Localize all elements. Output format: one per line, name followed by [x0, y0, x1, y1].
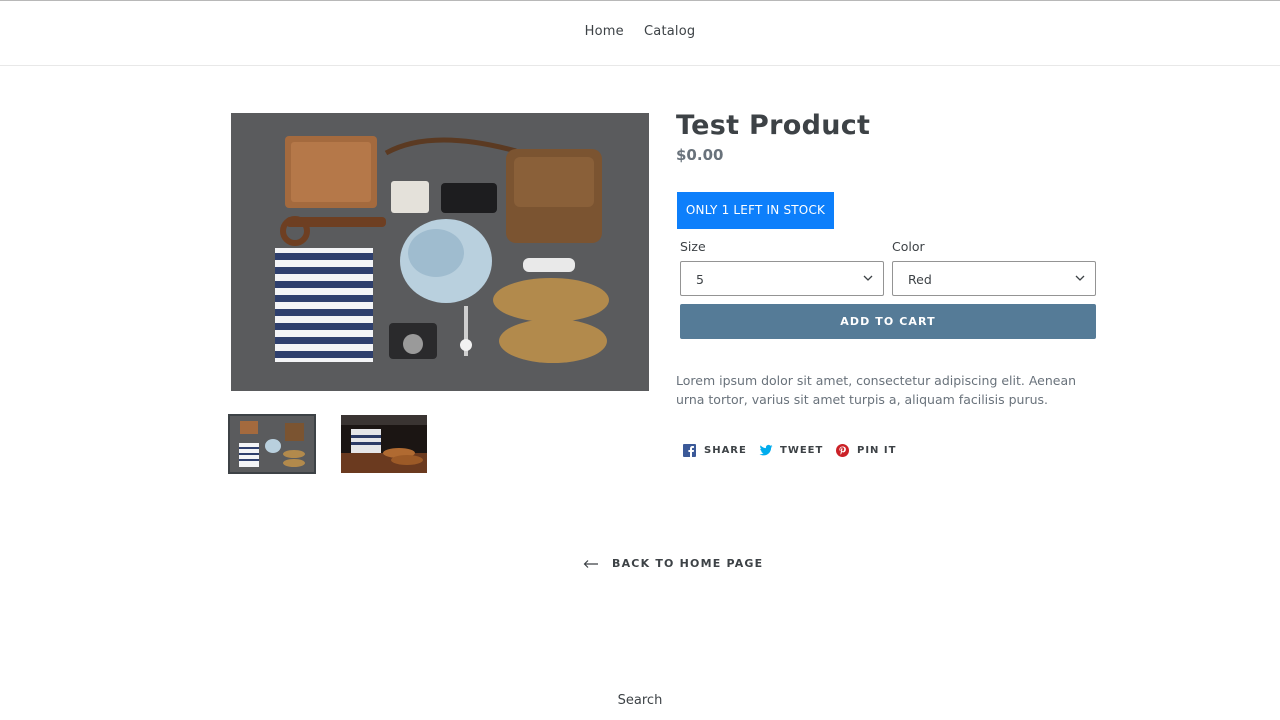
site-header: Home Catalog — [0, 0, 1280, 66]
product-description: Lorem ipsum dolor sit amet, consectetur … — [676, 373, 1077, 407]
product-thumbnail-2[interactable] — [341, 415, 427, 473]
twitter-icon — [759, 444, 773, 456]
size-select-value: 5 — [696, 272, 704, 287]
color-select-value: Red — [908, 272, 932, 287]
product-title: Test Product — [676, 110, 871, 141]
back-to-home-label: BACK TO HOME PAGE — [612, 557, 764, 570]
pinterest-icon — [836, 444, 849, 457]
share-pinterest-label: PIN IT — [857, 445, 897, 456]
nav-link-home[interactable]: Home — [585, 24, 624, 39]
chevron-down-icon — [1075, 275, 1085, 281]
stock-badge: ONLY 1 LEFT IN STOCK — [677, 192, 834, 229]
facebook-icon — [683, 444, 696, 457]
arrow-left-icon — [583, 560, 598, 568]
product-price: $0.00 — [676, 146, 724, 164]
size-select[interactable]: 5 — [680, 261, 884, 296]
chevron-down-icon — [863, 275, 873, 281]
color-label: Color — [892, 239, 925, 254]
share-twitter-label: TWEET — [780, 445, 824, 456]
share-facebook-label: SHARE — [704, 445, 747, 456]
color-select[interactable]: Red — [892, 261, 1096, 296]
footer-search-link[interactable]: Search — [618, 693, 663, 708]
size-label: Size — [680, 239, 706, 254]
product-main-image[interactable] — [231, 113, 649, 391]
site-footer: Search — [0, 693, 1280, 708]
product-thumbnail-1[interactable] — [228, 414, 316, 474]
add-to-cart-button[interactable]: ADD TO CART — [680, 304, 1096, 339]
main-nav: Home Catalog — [0, 24, 1280, 39]
nav-link-catalog[interactable]: Catalog — [644, 24, 695, 39]
